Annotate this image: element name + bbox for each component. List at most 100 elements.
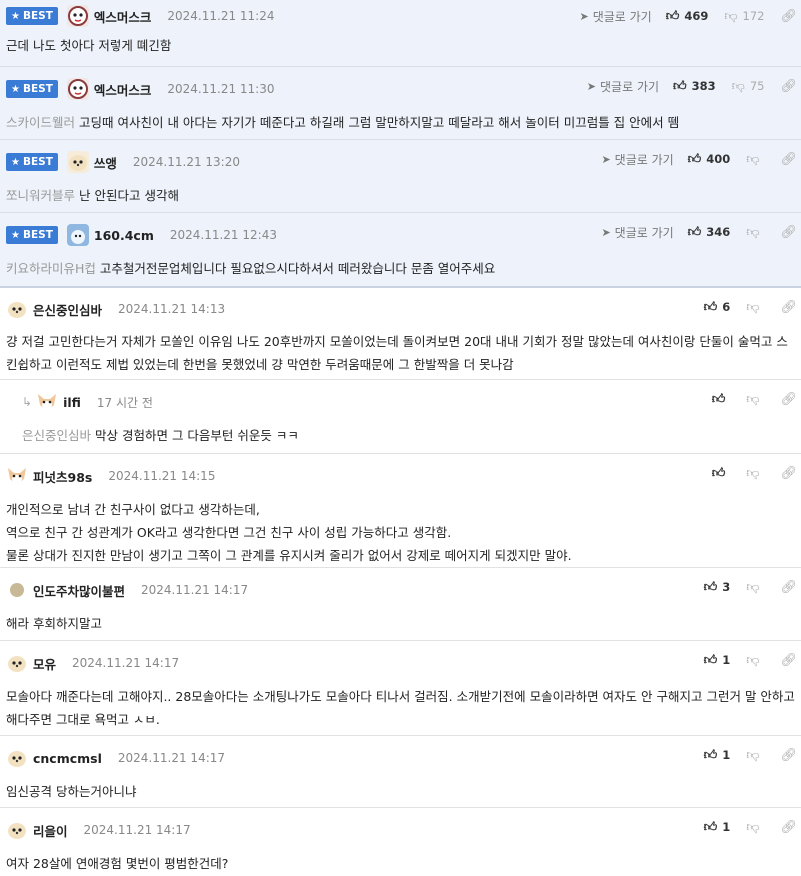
nickname[interactable]: 리을이 bbox=[33, 821, 68, 840]
nickname[interactable]: 쓰앵 bbox=[94, 153, 117, 172]
link-icon[interactable]: 🔗︎ bbox=[780, 748, 797, 763]
upvote-button[interactable]: 👍︎ 1 bbox=[704, 653, 731, 668]
link-icon[interactable]: 🔗︎ bbox=[780, 225, 797, 240]
link-icon[interactable]: 🔗︎ bbox=[780, 9, 797, 24]
downvote-button[interactable]: 👎︎ bbox=[746, 152, 764, 167]
avatar bbox=[66, 224, 89, 246]
thumbs-up-icon: 👍︎ bbox=[711, 465, 726, 481]
best-badge: ★ BEST bbox=[6, 80, 58, 98]
downvote-button[interactable]: 👎︎ 172 bbox=[724, 9, 764, 24]
avatar bbox=[6, 465, 28, 487]
thumbs-up-icon: 👍︎ bbox=[687, 224, 702, 240]
reply-comment: ↳ ilfi 17 시간 전 👍︎ 👎︎ 🔗︎ 은신중인심바 막상 경험하면 그 … bbox=[0, 380, 801, 454]
downvote-button[interactable]: 👎︎ 75 bbox=[732, 79, 765, 94]
avatar bbox=[66, 78, 89, 100]
star-icon: ★ bbox=[11, 229, 20, 241]
nickname[interactable]: 피넛츠98s bbox=[33, 467, 92, 486]
downvote-button[interactable]: 👎︎ bbox=[746, 653, 764, 668]
comment: 인도주차많이불편 2024.11.21 14:17 👍︎ 3 👎︎ 🔗︎ 해라 후… bbox=[0, 568, 801, 641]
downvote-button[interactable]: 👎︎ bbox=[746, 225, 764, 240]
nickname[interactable]: 160.4cm bbox=[94, 228, 154, 243]
upvote-button[interactable]: 👍︎ bbox=[712, 392, 731, 407]
nickname[interactable]: ilfi bbox=[63, 395, 81, 410]
star-icon: ★ bbox=[11, 156, 20, 168]
reply-target[interactable]: 키요하라미유H컵 bbox=[6, 261, 96, 276]
link-icon[interactable]: 🔗︎ bbox=[780, 466, 797, 481]
goto-reply-link[interactable]: ➤ 댓글로 가기 bbox=[601, 151, 673, 168]
upvote-button[interactable]: 👍︎ 346 bbox=[688, 225, 731, 240]
thumbs-up-icon: 👍︎ bbox=[703, 747, 718, 763]
downvote-button[interactable]: 👎︎ bbox=[746, 748, 764, 763]
link-icon[interactable]: 🔗︎ bbox=[780, 300, 797, 315]
best-badge: ★ BEST bbox=[6, 153, 58, 171]
link-icon[interactable]: 🔗︎ bbox=[780, 152, 797, 167]
reply-target[interactable]: 은신중인심바 bbox=[22, 428, 91, 443]
downvote-button[interactable]: 👎︎ bbox=[746, 820, 764, 835]
thumbs-down-icon: 👎︎ bbox=[746, 652, 760, 668]
nickname[interactable]: 모유 bbox=[33, 654, 56, 673]
avatar bbox=[66, 5, 89, 27]
comment-date: 2024.11.21 12:43 bbox=[169, 228, 277, 242]
avatar bbox=[6, 747, 28, 769]
nickname[interactable]: 인도주차많이불편 bbox=[33, 581, 125, 600]
upvote-button[interactable]: 👍︎ 1 bbox=[704, 748, 731, 763]
upvote-button[interactable]: 👍︎ 6 bbox=[704, 300, 731, 315]
link-icon[interactable]: 🔗︎ bbox=[780, 820, 797, 835]
downvote-button[interactable]: 👎︎ bbox=[746, 392, 764, 407]
downvote-button[interactable]: 👎︎ bbox=[746, 300, 764, 315]
thumbs-down-icon: 👎︎ bbox=[746, 151, 760, 167]
thumbs-down-icon: 👎︎ bbox=[746, 819, 760, 835]
comment: 피넛츠98s 2024.11.21 14:15 👍︎ 👎︎ 🔗︎ 개인적으로 남… bbox=[0, 454, 801, 568]
goto-reply-link[interactable]: ➤ 댓글로 가기 bbox=[587, 78, 659, 95]
upvote-button[interactable]: 👍︎ 3 bbox=[704, 580, 731, 595]
comment: 리을이 2024.11.21 14:17 👍︎ 1 👎︎ 🔗︎ 여자 28살에 연… bbox=[0, 808, 801, 876]
upvote-button[interactable]: 👍︎ 400 bbox=[688, 152, 731, 167]
best-badge: ★ BEST bbox=[6, 226, 58, 244]
link-icon[interactable]: 🔗︎ bbox=[780, 580, 797, 595]
avatar bbox=[6, 652, 28, 674]
thumbs-down-icon: 👎︎ bbox=[746, 224, 760, 240]
comment-text: 은신중인심바 막상 경험하면 그 다음부턴 쉬운듯 ㅋㅋ bbox=[22, 428, 299, 443]
thumbs-up-icon: 👍︎ bbox=[673, 78, 687, 94]
thumbs-down-icon: 👎︎ bbox=[724, 8, 738, 24]
goto-reply-link[interactable]: ➤ 댓글로 가기 bbox=[601, 224, 673, 241]
best-comment: ★ BEST 쓰앵 2024.11.21 13:20 ➤ 댓글로 가기 👍︎ 400 … bbox=[0, 140, 801, 213]
nickname[interactable]: cncmcmsl bbox=[33, 751, 102, 766]
thumbs-up-icon: 👍︎ bbox=[703, 299, 718, 315]
comment: 모유 2024.11.21 14:17 👍︎ 1 👎︎ 🔗︎ 모솔아다 깨준다는데… bbox=[0, 641, 801, 736]
send-icon: ➤ bbox=[601, 225, 611, 239]
best-comment: ★ BEST 160.4cm 2024.11.21 12:43 ➤ 댓글로 가기 👍… bbox=[0, 213, 801, 288]
thumbs-down-icon: 👎︎ bbox=[746, 579, 760, 595]
reply-target[interactable]: 스카이드웰러 bbox=[6, 115, 75, 130]
thumbs-up-icon: 👍︎ bbox=[687, 151, 702, 167]
nickname[interactable]: 은신중인심바 bbox=[33, 300, 102, 319]
link-icon[interactable]: 🔗︎ bbox=[780, 392, 797, 407]
upvote-button[interactable]: 👍︎ bbox=[712, 466, 731, 481]
upvote-button[interactable]: 👍︎ 469 bbox=[666, 9, 709, 24]
comment-line: 개인적으로 남녀 간 친구사이 없다고 생각하는데, bbox=[6, 502, 260, 517]
thumbs-up-icon: 👍︎ bbox=[703, 652, 718, 668]
thumbs-up-icon: 👍︎ bbox=[711, 391, 726, 407]
avatar bbox=[36, 391, 58, 413]
nickname[interactable]: 엑스머스크 bbox=[94, 80, 152, 99]
avatar bbox=[6, 298, 28, 320]
upvote-button[interactable]: 👍︎ 383 bbox=[673, 79, 716, 94]
upvote-button[interactable]: 👍︎ 1 bbox=[704, 820, 731, 835]
downvote-button[interactable]: 👎︎ bbox=[746, 580, 764, 595]
avatar bbox=[66, 151, 89, 173]
link-icon[interactable]: 🔗︎ bbox=[780, 79, 797, 94]
goto-reply-link[interactable]: ➤ 댓글로 가기 bbox=[579, 8, 651, 25]
star-icon: ★ bbox=[11, 83, 20, 95]
downvote-button[interactable]: 👎︎ bbox=[746, 466, 764, 481]
thumbs-up-icon: 👍︎ bbox=[703, 819, 718, 835]
reply-target[interactable]: 쪼니워커블루 bbox=[6, 188, 75, 203]
nickname[interactable]: 엑스머스크 bbox=[94, 7, 152, 26]
comment-date: 2024.11.21 14:17 bbox=[117, 751, 226, 765]
send-icon: ➤ bbox=[601, 152, 611, 166]
comment-date: 17 시간 전 bbox=[96, 395, 153, 410]
comment: cncmcmsl 2024.11.21 14:17 👍︎ 1 👎︎ 🔗︎ 임신공격… bbox=[0, 736, 801, 808]
comment-date: 2024.11.21 14:17 bbox=[72, 656, 180, 670]
comment-date: 2024.11.21 13:20 bbox=[132, 155, 240, 169]
send-icon: ➤ bbox=[579, 9, 589, 23]
link-icon[interactable]: 🔗︎ bbox=[780, 653, 797, 668]
